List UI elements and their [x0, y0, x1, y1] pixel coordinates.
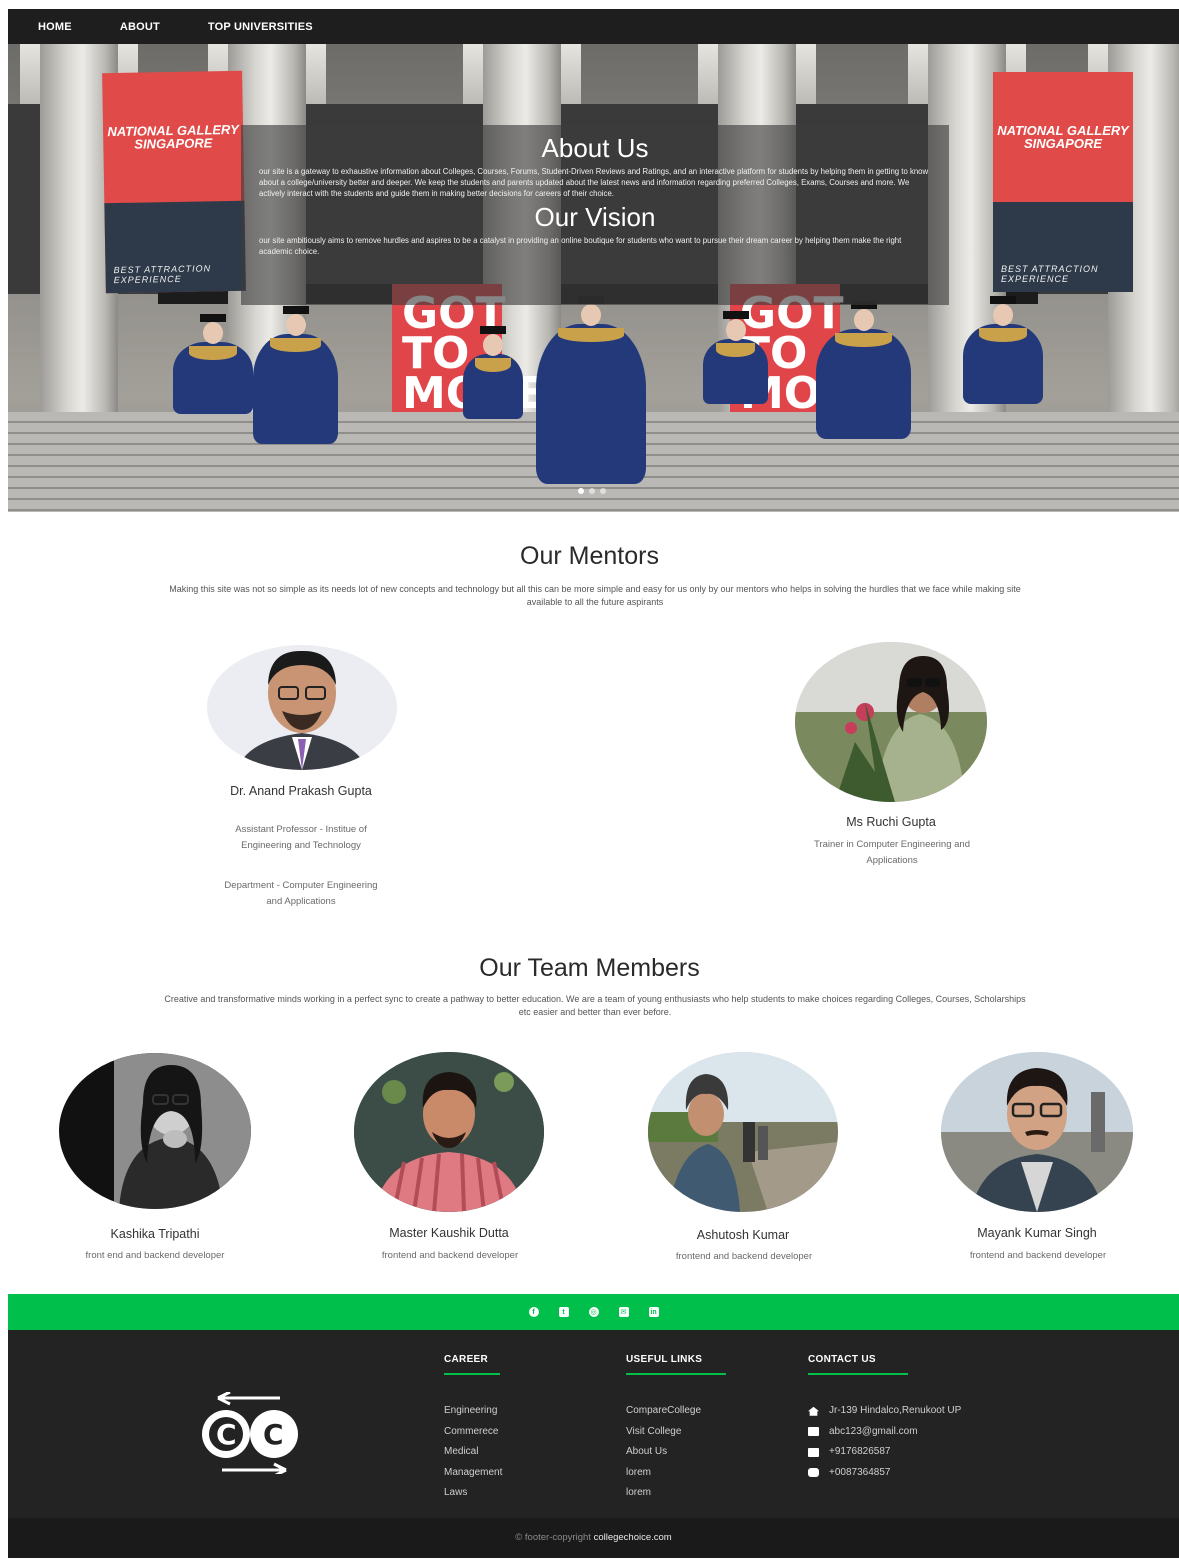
linkedin-icon[interactable]: in — [648, 1307, 659, 1317]
member-photo-kashika — [59, 1053, 251, 1209]
footer-links-column: USEFUL LINKS CompareCollege Visit Colleg… — [626, 1354, 726, 1504]
phone-icon — [808, 1447, 819, 1457]
mentor-role-anand: Assistant Professor - Institue of Engine… — [235, 824, 367, 851]
svg-text:C: C — [263, 1418, 284, 1451]
graduate-figure — [536, 296, 646, 484]
member-name-ashutosh: Ashutosh Kumar — [696, 1228, 790, 1242]
contact-fax: +0087364857 — [808, 1463, 961, 1484]
carousel-dot-1[interactable] — [578, 488, 584, 494]
footer-link-commerece[interactable]: Commerece — [444, 1422, 502, 1443]
mentors-description: Making this site was not so simple as it… — [169, 584, 1021, 607]
member-photo-ashutosh — [648, 1052, 838, 1212]
hero-carousel: NATIONAL GALLERY SINGAPORE BEST ATTRACTI… — [8, 44, 1179, 512]
member-name-kashika: Kashika Tripathi — [110, 1227, 200, 1241]
footer-career-title: CAREER — [444, 1354, 489, 1365]
banner-right: NATIONAL GALLERY SINGAPORE BEST ATTRACTI… — [993, 72, 1133, 292]
copyright-site-link[interactable]: collegechoice.com — [594, 1532, 672, 1543]
printer-icon — [808, 1468, 819, 1478]
mentors-title: Our Mentors — [520, 542, 659, 570]
mail-icon[interactable]: ✉ — [618, 1307, 629, 1317]
graduate-figure — [703, 311, 768, 404]
instagram-icon[interactable]: ◎ — [588, 1307, 599, 1317]
footer-link-engineering[interactable]: Engineering — [444, 1401, 502, 1422]
graduate-figure — [173, 314, 253, 414]
about-title: About Us — [541, 133, 649, 163]
graduate-figure — [816, 301, 911, 439]
vision-title: Our Vision — [534, 202, 656, 232]
footer-link-lorem-1[interactable]: lorem — [626, 1463, 726, 1484]
footer-links-title: USEFUL LINKS — [626, 1354, 703, 1365]
footer: C C CAREER Engineering Commerece Medical… — [8, 1330, 1179, 1518]
contact-address: Jr-139 Hindalco,Renukoot UP — [808, 1401, 961, 1422]
member-photo-mayank — [941, 1052, 1133, 1212]
footer-link-comparecollege[interactable]: CompareCollege — [626, 1401, 726, 1422]
nav-home-link[interactable]: HOME — [38, 21, 72, 33]
contact-email[interactable]: abc123@gmail.com — [808, 1422, 961, 1443]
team-description: Creative and transformative minds workin… — [164, 994, 1026, 1017]
footer-link-laws[interactable]: Laws — [444, 1483, 502, 1504]
vision-text: our site ambitiously aims to remove hurd… — [259, 236, 902, 256]
member-role-kashika: front end and backend developer — [85, 1250, 225, 1261]
nav-top-universities-link[interactable]: TOP UNIVERSITIES — [208, 21, 313, 33]
carousel-indicators — [578, 488, 606, 494]
graduate-figure — [963, 296, 1043, 404]
carousel-dot-3[interactable] — [600, 488, 606, 494]
mentor-role-ruchi: Trainer in Computer Engineering and Appl… — [814, 839, 970, 866]
footer-link-management[interactable]: Management — [444, 1463, 502, 1484]
banner-right-bottom: BEST ATTRACTION EXPERIENCE — [1001, 264, 1099, 284]
facebook-icon[interactable]: f — [528, 1307, 539, 1317]
mentor-name-anand: Dr. Anand Prakash Gupta — [230, 784, 372, 798]
member-photo-kaushik — [354, 1052, 544, 1212]
graduate-figure — [253, 306, 338, 444]
home-icon — [808, 1406, 819, 1416]
member-role-kaushik: frontend and backend developer — [381, 1250, 519, 1261]
about-text: our site is a gateway to exhaustive info… — [259, 167, 929, 198]
top-nav: HOME ABOUT TOP UNIVERSITIES — [8, 9, 1179, 44]
footer-link-about-us[interactable]: About Us — [626, 1442, 726, 1463]
site-logo: C C — [188, 1390, 314, 1478]
banner-right-title: NATIONAL GALLERY SINGAPORE — [997, 123, 1129, 151]
footer-contact-column: CONTACT US Jr-139 Hindalco,Renukoot UP a… — [808, 1354, 961, 1483]
footer-link-visit-college[interactable]: Visit College — [626, 1422, 726, 1443]
copyright-bar: © footer-copyright collegechoice.com — [8, 1518, 1179, 1558]
graduate-figure — [463, 326, 523, 419]
twitter-icon[interactable]: t — [558, 1307, 569, 1317]
nav-about-link[interactable]: ABOUT — [120, 21, 160, 33]
banner-left-title: NATIONAL GALLERY SINGAPORE — [107, 121, 239, 152]
copyright-text: © footer-copyright — [515, 1532, 591, 1543]
contact-phone[interactable]: +9176826587 — [808, 1442, 961, 1463]
mentor-photo-anand — [207, 645, 397, 770]
member-name-mayank: Mayank Kumar Singh — [977, 1226, 1097, 1240]
social-bar: f t ◎ ✉ in — [8, 1294, 1179, 1330]
banner-left-bottom: BEST ATTRACTION EXPERIENCE — [113, 263, 212, 286]
footer-link-medical[interactable]: Medical — [444, 1442, 502, 1463]
team-title: Our Team Members — [479, 954, 700, 982]
mentor-dept-anand: Department - Computer Engineering and Ap… — [224, 880, 378, 907]
mentor-name-ruchi: Ms Ruchi Gupta — [846, 815, 936, 829]
footer-career-column: CAREER Engineering Commerece Medical Man… — [444, 1354, 502, 1504]
carousel-dot-2[interactable] — [589, 488, 595, 494]
member-role-ashutosh: frontend and backend developer — [675, 1251, 813, 1262]
svg-text:C: C — [216, 1418, 237, 1451]
about-overlay: About Us our site is a gateway to exhaus… — [241, 125, 949, 305]
member-role-mayank: frontend and backend developer — [969, 1250, 1107, 1261]
mentor-photo-ruchi — [795, 642, 987, 802]
envelope-icon — [808, 1427, 819, 1437]
footer-link-lorem-2[interactable]: lorem — [626, 1483, 726, 1504]
banner-left: NATIONAL GALLERY SINGAPORE BEST ATTRACTI… — [102, 70, 246, 294]
member-name-kaushik: Master Kaushik Dutta — [389, 1226, 509, 1240]
footer-contact-title: CONTACT US — [808, 1354, 876, 1365]
